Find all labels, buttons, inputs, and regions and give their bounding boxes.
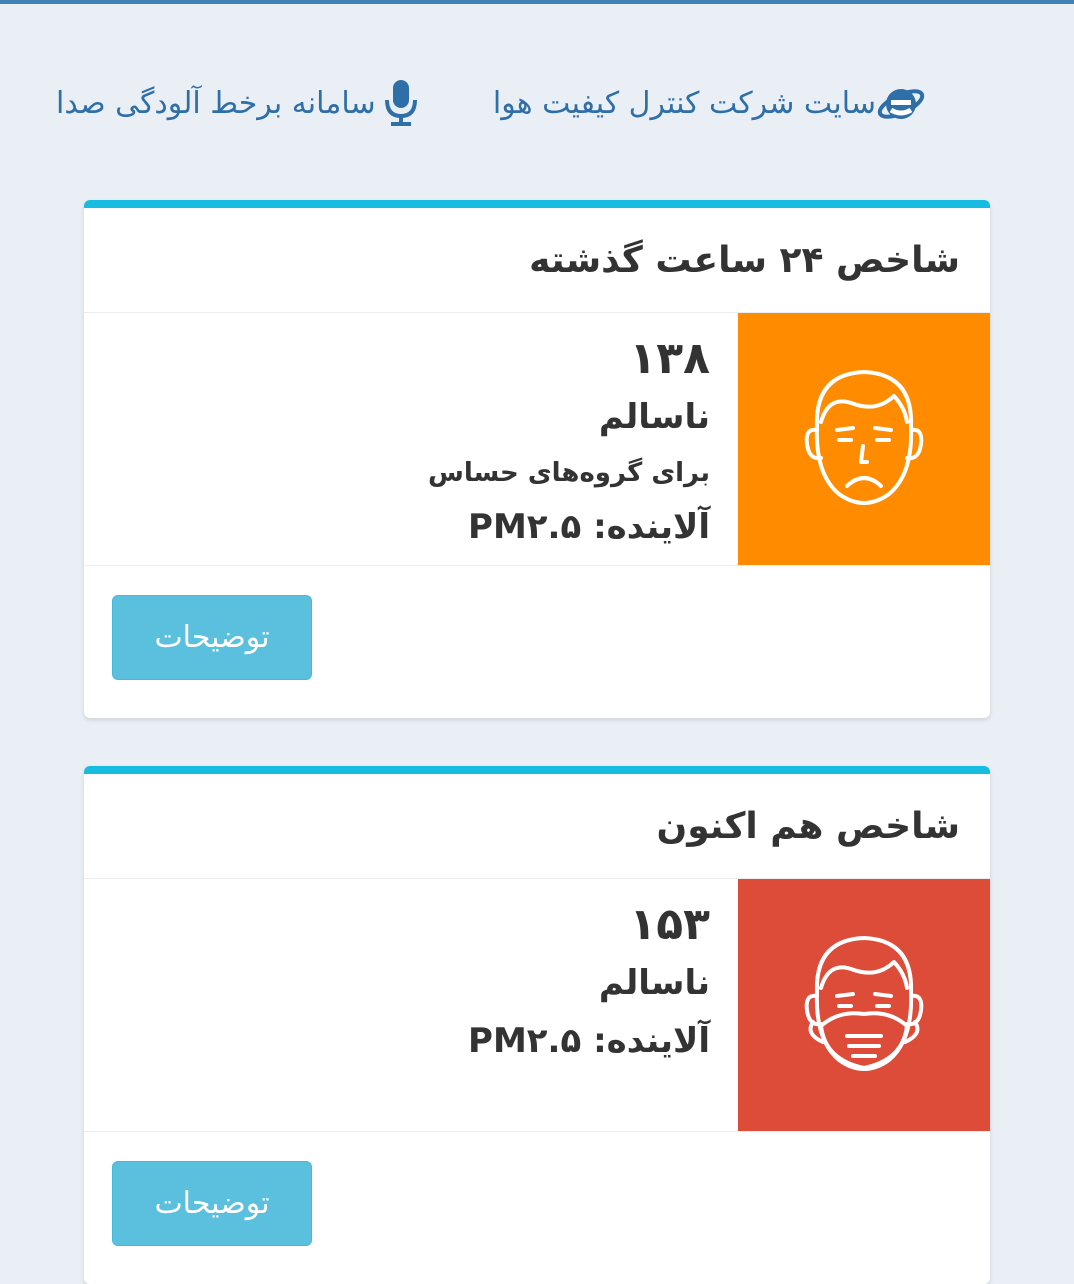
description-button[interactable]: توضیحات [112,1161,312,1246]
aqi-info: ۱۵۳ ناسالم آلاینده: PM۲.۵ [468,897,710,1069]
card-footer: توضیحات [84,566,990,710]
aqi-24h-card: شاخص ۲۴ ساعت گذشته ۱ [84,200,990,718]
ie-browser-icon [876,75,926,131]
card-title: شاخص ۲۴ ساعت گذشته [529,239,960,281]
card-body: ۱۳۸ ناسالم برای گروه‌های حساس آلاینده: P… [84,313,990,566]
card-footer: توضیحات [84,1132,990,1276]
links-row: سایت شرکت کنترل کیفیت هوا سامانه برخط آل… [56,68,926,138]
card-title: شاخص هم اکنون [656,805,960,847]
top-bar [0,0,1074,4]
aqi-note: برای گروه‌های حساس [427,458,710,488]
sad-face-icon [804,370,924,505]
air-quality-site-link[interactable]: سایت شرکت کنترل کیفیت هوا [493,75,926,131]
status-color-box [738,879,990,1131]
aqi-now-card: شاخص هم اکنون ۱۵۳ ناسالم آلاینده: PM۲.۵ … [84,766,990,1284]
aqi-status: ناسالم [598,397,710,437]
air-quality-site-label: سایت شرکت کنترل کیفیت هوا [492,85,876,121]
card-header: شاخص هم اکنون [84,774,990,879]
noise-pollution-system-label: سامانه برخط آلودگی صدا [56,85,376,121]
aqi-info: ۱۳۸ ناسالم برای گروه‌های حساس آلاینده: P… [428,331,710,555]
status-color-box [738,313,990,565]
main-pollutant: آلاینده: PM۲.۵ [468,507,710,547]
noise-pollution-system-link[interactable]: سامانه برخط آلودگی صدا [56,75,426,131]
card-body: ۱۵۳ ناسالم آلاینده: PM۲.۵ [84,879,990,1132]
card-header: شاخص ۲۴ ساعت گذشته [84,208,990,313]
main-pollutant: آلاینده: PM۲.۵ [468,1021,710,1061]
description-button[interactable]: توضیحات [112,595,312,680]
face-mask-icon [804,936,924,1071]
microphone-icon [376,75,426,131]
aqi-status: ناسالم [598,963,710,1003]
aqi-value: ۱۵۳ [629,899,710,950]
aqi-value: ۱۳۸ [629,333,710,384]
